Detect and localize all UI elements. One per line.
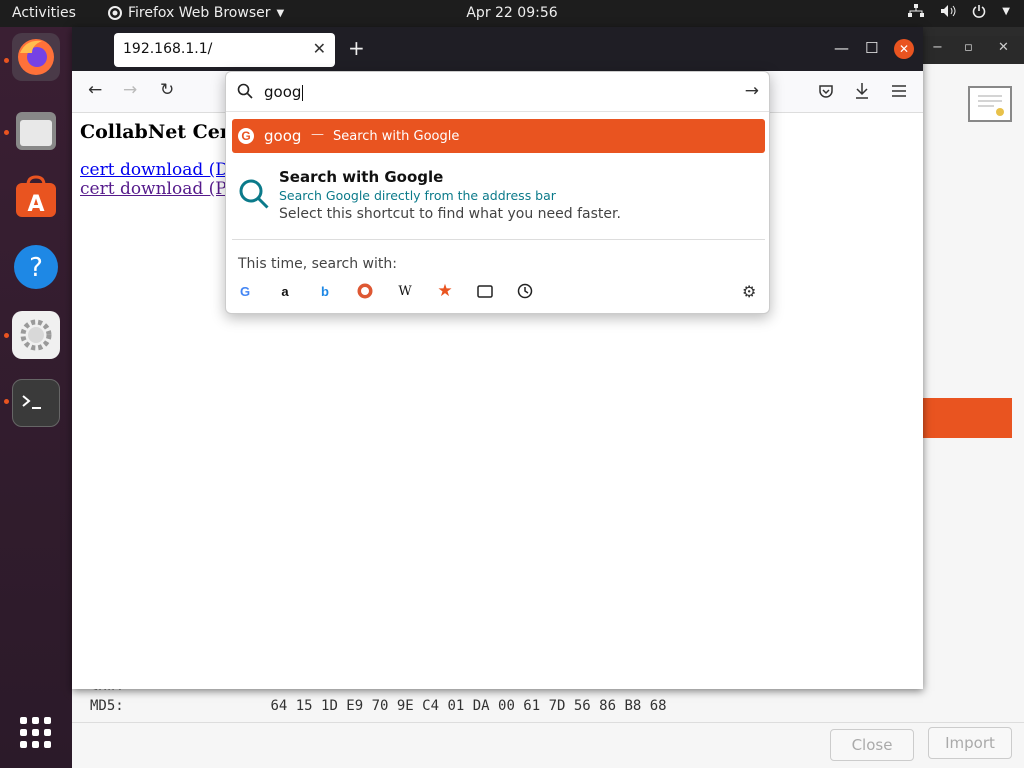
suggestion-action: Search with Google <box>333 129 460 144</box>
tip-description: Select this shortcut to find what you ne… <box>279 206 621 222</box>
svg-text:?: ? <box>29 253 43 283</box>
google-engine-icon[interactable]: G <box>236 282 254 300</box>
cert-download-link-pem[interactable]: cert download (PE <box>80 179 239 199</box>
minimize-icon[interactable]: — <box>834 39 849 57</box>
system-menu[interactable]: ▼ <box>908 4 1010 18</box>
pocket-icon[interactable] <box>818 83 834 99</box>
chevron-down-icon: ▼ <box>1002 5 1010 17</box>
dock-terminal[interactable] <box>12 379 60 427</box>
grid-icon <box>20 717 51 748</box>
download-icon[interactable] <box>854 82 870 100</box>
bing-engine-icon[interactable]: b <box>316 282 334 300</box>
svg-text:A: A <box>27 192 44 217</box>
md5-label: MD5: <box>90 698 124 714</box>
running-indicator <box>4 58 9 63</box>
search-icon <box>239 179 269 209</box>
restore-icon[interactable]: ▫ <box>964 40 973 55</box>
certificate-icon <box>968 86 1012 122</box>
divider <box>232 239 765 240</box>
urlbar-input[interactable]: goog → <box>226 72 769 112</box>
suggestion-query: goog <box>264 127 302 145</box>
search-icon <box>237 83 253 99</box>
help-icon: ? <box>14 245 58 289</box>
md5-row: MD5: 64 15 1D E9 70 9E C4 01 DA 00 61 7D… <box>90 698 667 714</box>
google-icon: G <box>238 128 254 144</box>
import-button[interactable]: Import <box>928 727 1012 759</box>
bookmarks-star-icon[interactable]: ★ <box>436 281 454 301</box>
back-button[interactable]: ← <box>88 80 102 100</box>
firefox-icon <box>18 39 54 75</box>
go-arrow-icon[interactable]: → <box>745 81 759 101</box>
maximize-icon[interactable]: ☐ <box>865 39 878 57</box>
tab-title: 192.168.1.1/ <box>123 41 213 57</box>
terminal-icon <box>22 395 41 409</box>
dialog-buttons: Close Import <box>72 722 1024 768</box>
new-tab-button[interactable]: + <box>348 36 365 60</box>
selected-row-highlight <box>922 398 1012 438</box>
close-button[interactable]: Close <box>830 729 914 761</box>
menu-icon[interactable] <box>891 84 907 98</box>
certificate-window-titlebar: − ▫ ✕ <box>922 36 1024 64</box>
close-tab-icon[interactable]: ✕ <box>313 39 326 58</box>
md5-value: 64 15 1D E9 70 9E C4 01 DA 00 61 7D 56 8… <box>270 698 667 714</box>
dock-files[interactable] <box>12 107 60 155</box>
dock-app-center[interactable]: A <box>12 173 60 221</box>
dock-firefox[interactable] <box>12 33 60 81</box>
volume-icon <box>941 5 956 17</box>
search-suggestion-selected[interactable]: G goog — Search with Google <box>232 119 765 153</box>
dock-settings[interactable] <box>12 311 60 359</box>
wikipedia-engine-icon[interactable]: W <box>396 282 414 300</box>
clock[interactable]: Apr 22 09:56 <box>0 5 1024 21</box>
files-icon <box>16 112 56 150</box>
dock: A ? <box>0 27 72 768</box>
history-clock-icon[interactable] <box>516 282 534 300</box>
tab-active[interactable]: 192.168.1.1/ ✕ <box>114 33 335 67</box>
suggestion-separator: — <box>311 127 324 142</box>
tip-title: Search with Google <box>279 168 444 186</box>
tabs-icon[interactable] <box>476 282 494 300</box>
tip-subtitle: Search Google directly from the address … <box>279 188 556 203</box>
dock-help[interactable]: ? <box>12 243 60 291</box>
search-settings-gear-icon[interactable]: ⚙ <box>742 282 756 301</box>
running-indicator <box>4 333 9 338</box>
dock-show-applications[interactable] <box>12 709 60 757</box>
amazon-engine-icon[interactable]: a <box>276 282 294 300</box>
search-tip[interactable]: Search with Google Search Google directl… <box>226 162 769 238</box>
top-bar: Activities Firefox Web Browser ▼ Apr 22 … <box>0 0 1024 27</box>
reload-button[interactable]: ↻ <box>160 80 174 100</box>
minimize-icon[interactable]: − <box>932 40 943 55</box>
close-icon[interactable]: ✕ <box>998 40 1009 55</box>
app-center-icon: A <box>16 175 56 217</box>
power-icon <box>973 5 986 18</box>
window-close-button[interactable]: ✕ <box>894 39 914 59</box>
urlbar-value: goog <box>264 83 304 101</box>
tab-strip: 192.168.1.1/ ✕ + — ☐ ✕ <box>72 27 923 71</box>
urlbar-dropdown: goog → G goog — Search with Google Searc… <box>225 71 770 314</box>
cert-download-link-der[interactable]: cert download (DI <box>80 160 236 180</box>
forward-button[interactable]: → <box>123 80 137 100</box>
running-indicator <box>4 130 9 135</box>
one-off-label: This time, search with: <box>238 256 397 272</box>
duckduckgo-engine-icon[interactable] <box>356 282 374 300</box>
network-icon <box>908 4 925 17</box>
gear-icon <box>20 319 52 351</box>
page-heading: CollabNet Cer <box>80 121 230 143</box>
running-indicator <box>4 399 9 404</box>
